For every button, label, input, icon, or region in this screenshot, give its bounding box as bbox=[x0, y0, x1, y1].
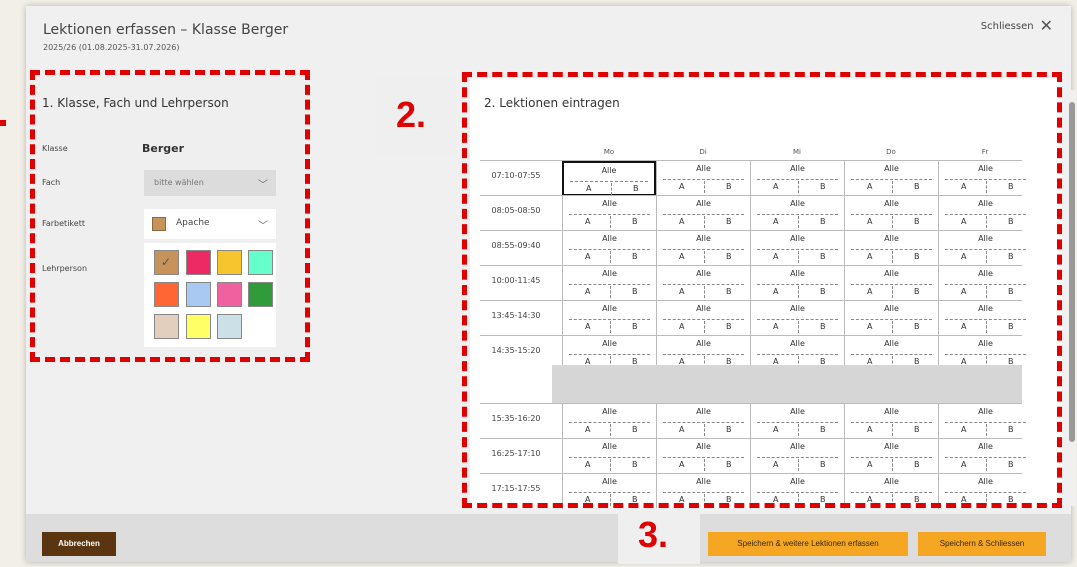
modal-footer: Abbrechen Speichern & weitere Lektionen … bbox=[26, 514, 1071, 562]
modal-header: Lektionen erfassen – Klasse Berger 2025/… bbox=[26, 6, 1071, 64]
annotation-box-2 bbox=[462, 72, 1062, 508]
scrollbar-thumb[interactable] bbox=[1069, 102, 1075, 442]
scrollbar[interactable] bbox=[1068, 90, 1076, 506]
close-label: Schliessen bbox=[980, 20, 1034, 32]
save-and-add-more-button[interactable]: Speichern & weitere Lektionen erfassen bbox=[708, 532, 908, 556]
annotation-step-2: 2. bbox=[396, 94, 427, 135]
annotation-step-3: 3. bbox=[638, 514, 669, 555]
cropped-annotation-mark bbox=[0, 120, 6, 126]
save-and-close-button[interactable]: Speichern & Schliessen bbox=[918, 532, 1046, 556]
close-icon[interactable]: ✕ bbox=[1040, 18, 1053, 34]
annotation-box-1 bbox=[30, 70, 310, 362]
close-button[interactable]: Schliessen ✕ bbox=[980, 18, 1053, 34]
cancel-button[interactable]: Abbrechen bbox=[42, 532, 116, 556]
modal-title: Lektionen erfassen – Klasse Berger bbox=[43, 22, 289, 38]
modal-subtitle: 2025/26 (01.08.2025-31.07.2026) bbox=[43, 43, 180, 52]
